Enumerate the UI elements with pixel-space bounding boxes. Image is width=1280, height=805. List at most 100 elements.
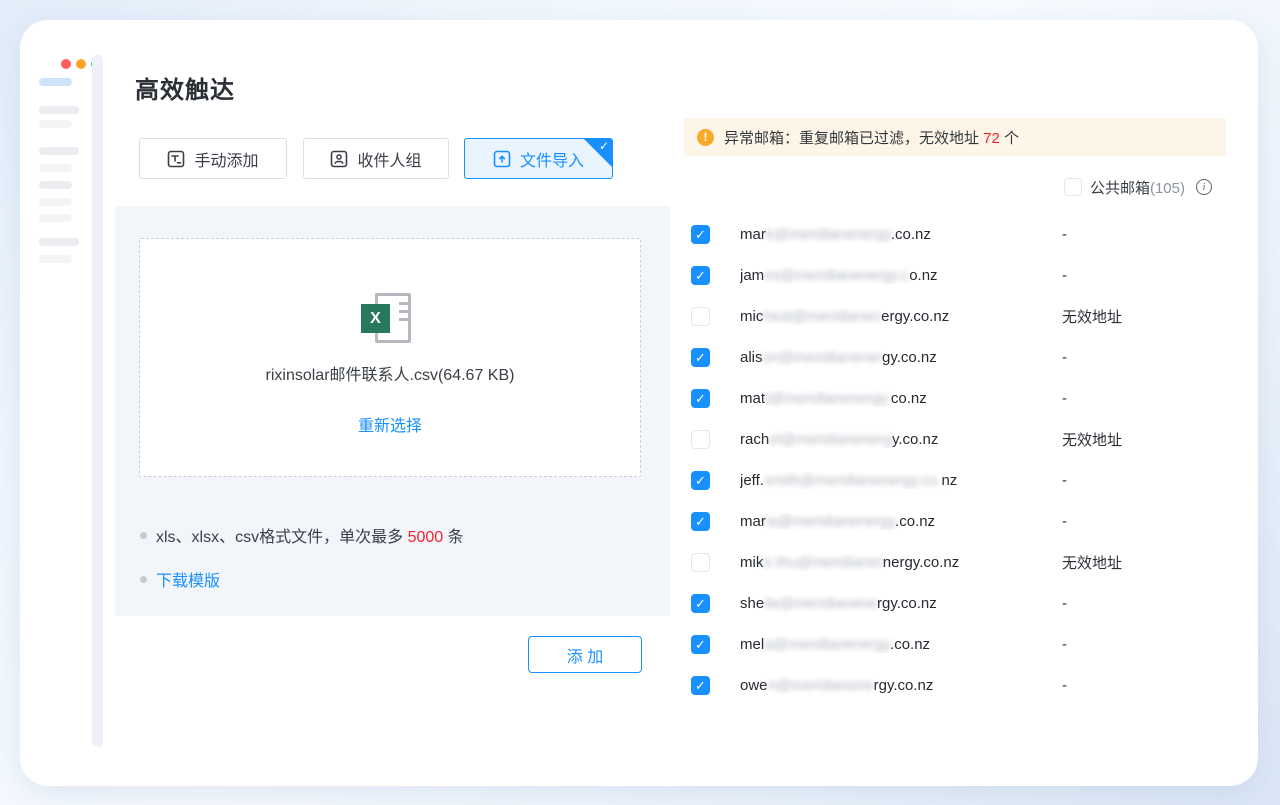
email-checkbox[interactable]: [691, 348, 710, 367]
email-address: mark@meridianenergy.co.nz: [740, 226, 1062, 243]
email-address: micheal@meridianenergy.co.nz: [740, 308, 1062, 325]
email-status: -: [1062, 472, 1067, 489]
email-checkbox[interactable]: [691, 512, 710, 531]
email-checkbox[interactable]: [691, 307, 710, 326]
email-row: james@meridianenergy.co.nz -: [691, 255, 1221, 296]
email-row: mark@meridianenergy.co.nz -: [691, 214, 1221, 255]
email-address: mike.thu@meridianernergy.co.nz: [740, 554, 1062, 571]
sidebar-divider: [92, 55, 103, 747]
tab-recipient-group-label: 收件人组: [357, 147, 421, 171]
skeleton-bar: [39, 214, 72, 222]
email-address: alison@meridianenergy.co.nz: [740, 349, 1062, 366]
email-row: jeff.smith@meridianenergy.co.nz -: [691, 460, 1221, 501]
email-list: mark@meridianenergy.co.nz - james@meridi…: [691, 214, 1221, 706]
email-row: alison@meridianenergy.co.nz -: [691, 337, 1221, 378]
email-row: maria@meridianenergy.co.nz -: [691, 501, 1221, 542]
skeleton-bar: [39, 181, 72, 189]
skeleton-bar: [39, 198, 72, 206]
email-row: mela@meridianenergy.co.nz -: [691, 624, 1221, 665]
format-note: xls、xlsx、csv格式文件，单次最多 5000 条: [140, 523, 464, 547]
template-note: 下载模版: [140, 567, 220, 591]
excel-file-icon: X: [361, 293, 419, 345]
email-address: jeff.smith@meridianenergy.co.nz: [740, 472, 1062, 489]
file-import-icon: [493, 150, 511, 168]
email-checkbox[interactable]: [691, 676, 710, 695]
alert-text: 异常邮箱：重复邮箱已过滤，无效地址: [724, 130, 983, 147]
skeleton-bar: [39, 238, 79, 246]
blurred-email-segment: el@meridianenerg: [769, 431, 892, 448]
tab-manual-add-label: 手动添加: [194, 147, 258, 171]
app-window: 高效触达 手动添加 收件人组 文件导入: [20, 20, 1258, 786]
email-status: 无效地址: [1062, 429, 1122, 450]
skeleton-bar: [39, 164, 72, 172]
download-template-link[interactable]: 下载模版: [156, 567, 220, 591]
selected-check-icon: ✓: [599, 139, 609, 153]
email-status: 无效地址: [1062, 306, 1122, 327]
minimize-window-button[interactable]: [76, 59, 86, 69]
email-status: -: [1062, 267, 1067, 284]
format-note-text: xls、xlsx、csv格式文件，单次最多: [156, 529, 408, 546]
email-row: matt@meridianenergy.co.nz -: [691, 378, 1221, 419]
add-button[interactable]: 添 加: [528, 636, 642, 673]
email-status: -: [1062, 595, 1067, 612]
manual-add-icon: [167, 150, 185, 168]
email-checkbox[interactable]: [691, 430, 710, 449]
email-row: mike.thu@meridianernergy.co.nz 无效地址: [691, 542, 1221, 583]
skeleton-bar: [39, 120, 72, 128]
blurred-email-segment: on@meridianener: [763, 349, 882, 366]
blurred-email-segment: n@meridianene: [768, 677, 874, 694]
email-checkbox[interactable]: [691, 389, 710, 408]
email-checkbox[interactable]: [691, 225, 710, 244]
skeleton-bar: [39, 255, 72, 263]
page-title: 高效触达: [135, 70, 235, 105]
upload-dropzone[interactable]: X rixinsolar邮件联系人.csv(64.67 KB) 重新选择: [139, 238, 641, 477]
email-checkbox[interactable]: [691, 594, 710, 613]
email-checkbox[interactable]: [691, 471, 710, 490]
bullet-icon: [140, 576, 147, 583]
invalid-count: 72: [983, 130, 1000, 147]
skeleton-bar: [39, 106, 79, 114]
format-note-suffix: 条: [443, 529, 463, 546]
email-address: matt@meridianenergy.co.nz: [740, 390, 1062, 407]
email-address: rachel@meridianenergy.co.nz: [740, 431, 1062, 448]
tab-file-import[interactable]: 文件导入 ✓: [464, 138, 613, 179]
email-address: maria@meridianenergy.co.nz: [740, 513, 1062, 530]
upload-panel: X rixinsolar邮件联系人.csv(64.67 KB) 重新选择 xls…: [115, 206, 670, 616]
public-mailbox-label: 公共邮箱: [1090, 180, 1150, 197]
email-address: james@meridianenergy.co.nz: [740, 267, 1062, 284]
blurred-email-segment: heal@meridianen: [763, 308, 881, 325]
skeleton-bar: [39, 147, 79, 155]
public-mailbox-count: (105): [1150, 180, 1185, 197]
blurred-email-segment: smith@meridianenergy.co.: [764, 472, 942, 489]
info-icon[interactable]: i: [1196, 179, 1212, 195]
email-status: -: [1062, 636, 1067, 653]
email-status: -: [1062, 513, 1067, 530]
blurred-email-segment: k@meridianenergy: [766, 226, 891, 243]
public-mailbox-checkbox[interactable]: [1064, 178, 1082, 196]
public-mailbox-row: 公共邮箱(105) i: [1064, 176, 1212, 198]
uploaded-file-name: rixinsolar邮件联系人.csv(64.67 KB): [140, 361, 640, 385]
reselect-file-link[interactable]: 重新选择: [358, 412, 422, 436]
close-window-button[interactable]: [61, 59, 71, 69]
email-checkbox[interactable]: [691, 553, 710, 572]
recipient-group-icon: [330, 150, 348, 168]
blurred-email-segment: ila@meridianene: [764, 595, 877, 612]
tab-manual-add[interactable]: 手动添加: [139, 138, 287, 179]
email-checkbox[interactable]: [691, 266, 710, 285]
blurred-email-segment: es@meridianenergy.c: [764, 267, 909, 284]
blurred-email-segment: e.thu@meridianer: [763, 554, 882, 571]
email-checkbox[interactable]: [691, 635, 710, 654]
email-status: -: [1062, 390, 1067, 407]
tab-file-import-label: 文件导入: [520, 147, 584, 171]
blurred-email-segment: ia@meridianenergy: [766, 513, 895, 530]
blurred-email-segment: t@meridianenergy.: [765, 390, 891, 407]
blurred-email-segment: a@meridianenergy: [764, 636, 890, 653]
email-address: mela@meridianenergy.co.nz: [740, 636, 1062, 653]
email-row: micheal@meridianenergy.co.nz 无效地址: [691, 296, 1221, 337]
email-address: owen@meridianenergy.co.nz: [740, 677, 1062, 694]
alert-text-suffix: 个: [1000, 130, 1019, 147]
email-status: -: [1062, 677, 1067, 694]
email-row: sheila@meridianenergy.co.nz -: [691, 583, 1221, 624]
abnormal-mailbox-alert: ! 异常邮箱：重复邮箱已过滤，无效地址 72 个: [684, 118, 1226, 156]
tab-recipient-group[interactable]: 收件人组: [303, 138, 449, 179]
